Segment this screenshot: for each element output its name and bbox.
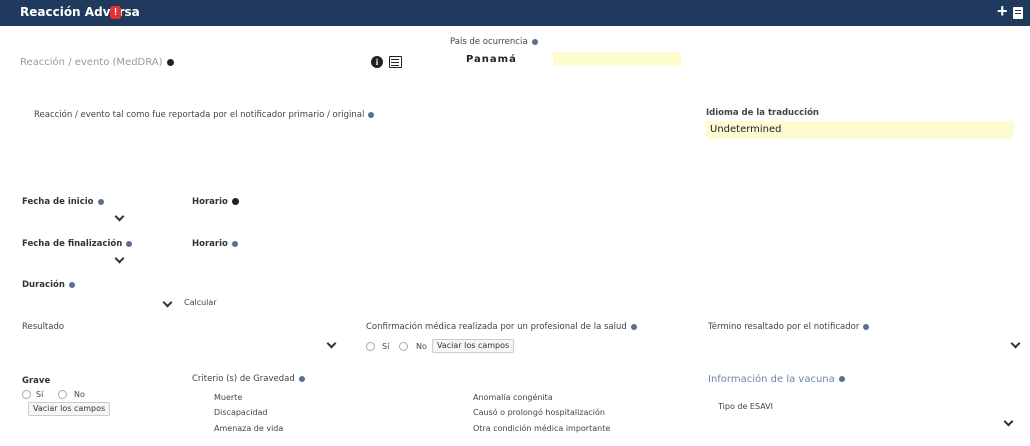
calculate-button[interactable]: Calcular xyxy=(184,298,217,307)
panel-title: Reacción Adversa xyxy=(20,5,140,19)
translation-language-label: Idioma de la traducción xyxy=(706,108,819,118)
info-circle-icon[interactable]: i xyxy=(371,56,383,68)
info-icon xyxy=(126,240,133,247)
info-icon xyxy=(166,58,174,66)
highlighted-term-chevron-down-icon[interactable] xyxy=(1010,338,1021,349)
severity-criteria-label: Criterio (s) de Gravedad xyxy=(192,374,305,384)
end-time-label: Horario xyxy=(192,239,238,249)
start-time-label-text: Horario xyxy=(192,197,228,207)
criteria-option-death[interactable]: Muerte xyxy=(214,393,242,402)
start-date-label-text: Fecha de inicio xyxy=(22,197,94,207)
add-icon[interactable]: + xyxy=(997,1,1008,22)
info-icon xyxy=(298,375,305,382)
criteria-option-life-threat[interactable]: Amenaza de vida xyxy=(214,424,283,433)
serious-yes-radio[interactable] xyxy=(22,390,31,399)
serious-no-label: No xyxy=(74,390,85,399)
vaccine-info-label: Información de la vacuna xyxy=(708,374,845,385)
criteria-option-hospitalization[interactable]: Causó o prolongó hospitalización xyxy=(473,408,605,417)
end-date-label-text: Fecha de finalización xyxy=(22,239,123,249)
start-date-chevron-down-icon[interactable] xyxy=(114,211,125,222)
reaction-meddra-label-text: Reacción / evento (MedDRA) xyxy=(20,57,163,68)
result-chevron-down-icon[interactable] xyxy=(326,338,337,349)
reaction-original-label: Reacción / evento tal como fue reportada… xyxy=(34,110,375,120)
esavi-type-chevron-down-icon[interactable] xyxy=(1003,416,1014,427)
medical-confirmation-no-label: No xyxy=(416,342,427,351)
reaction-original-label-text: Reacción / evento tal como fue reportada… xyxy=(34,110,365,120)
medical-confirmation-yes-radio[interactable] xyxy=(366,342,375,351)
end-time-label-text: Horario xyxy=(192,239,228,249)
info-icon xyxy=(838,376,845,382)
medical-confirmation-label: Confirmación médica realizada por un pro… xyxy=(366,322,637,332)
info-icon xyxy=(863,323,870,330)
serious-label: Grave xyxy=(22,376,51,386)
medical-confirmation-yes-label: Sí xyxy=(382,342,390,351)
panel-header: Reacción Adversa ! + xyxy=(0,0,1030,26)
info-icon xyxy=(97,198,104,205)
duration-unit-chevron-down-icon[interactable] xyxy=(162,297,173,308)
document-icon[interactable] xyxy=(1013,7,1023,19)
highlighted-term-label: Término resaltado por el notificador xyxy=(708,322,870,332)
country-label-text: País de ocurrencia xyxy=(450,37,528,47)
start-time-label: Horario xyxy=(192,197,239,207)
highlighted-term-label-text: Término resaltado por el notificador xyxy=(708,322,860,332)
start-date-label: Fecha de inicio xyxy=(22,197,104,207)
end-date-chevron-down-icon[interactable] xyxy=(114,253,125,264)
country-value[interactable]: Panamá xyxy=(466,54,517,65)
serious-clear-button[interactable]: Vaciar los campos xyxy=(28,402,111,416)
medical-confirmation-no-radio[interactable] xyxy=(399,342,408,351)
result-label: Resultado xyxy=(22,322,65,332)
duration-label-text: Duración xyxy=(22,280,65,290)
duration-label: Duración xyxy=(22,280,75,290)
medical-confirmation-label-text: Confirmación médica realizada por un pro… xyxy=(366,322,627,332)
criteria-option-congenital[interactable]: Anomalía congénita xyxy=(473,393,553,402)
info-icon xyxy=(68,281,75,288)
table-lookup-icon[interactable] xyxy=(389,56,402,68)
severity-criteria-label-text: Criterio (s) de Gravedad xyxy=(192,374,295,384)
criteria-option-disability[interactable]: Discapacidad xyxy=(214,408,268,417)
alert-icon: ! xyxy=(110,6,121,19)
medical-confirmation-clear-button[interactable]: Vaciar los campos xyxy=(432,339,515,353)
esavi-type-label: Tipo de ESAVI xyxy=(718,402,773,411)
reaction-meddra-label: Reacción / evento (MedDRA) xyxy=(20,57,174,68)
info-icon xyxy=(231,198,239,205)
info-icon xyxy=(231,240,238,247)
vaccine-info-label-text: Información de la vacuna xyxy=(708,374,835,385)
info-icon xyxy=(531,38,538,45)
end-date-label: Fecha de finalización xyxy=(22,239,133,249)
serious-yes-label: Sí xyxy=(36,390,44,399)
country-field[interactable] xyxy=(553,52,681,66)
info-icon xyxy=(368,111,375,118)
criteria-option-other-condition[interactable]: Otra condición médica importante xyxy=(473,424,610,433)
country-label: País de ocurrencia xyxy=(450,37,538,47)
info-icon xyxy=(630,323,637,330)
translation-language-value: Undetermined xyxy=(710,124,782,135)
serious-no-radio[interactable] xyxy=(58,390,67,399)
